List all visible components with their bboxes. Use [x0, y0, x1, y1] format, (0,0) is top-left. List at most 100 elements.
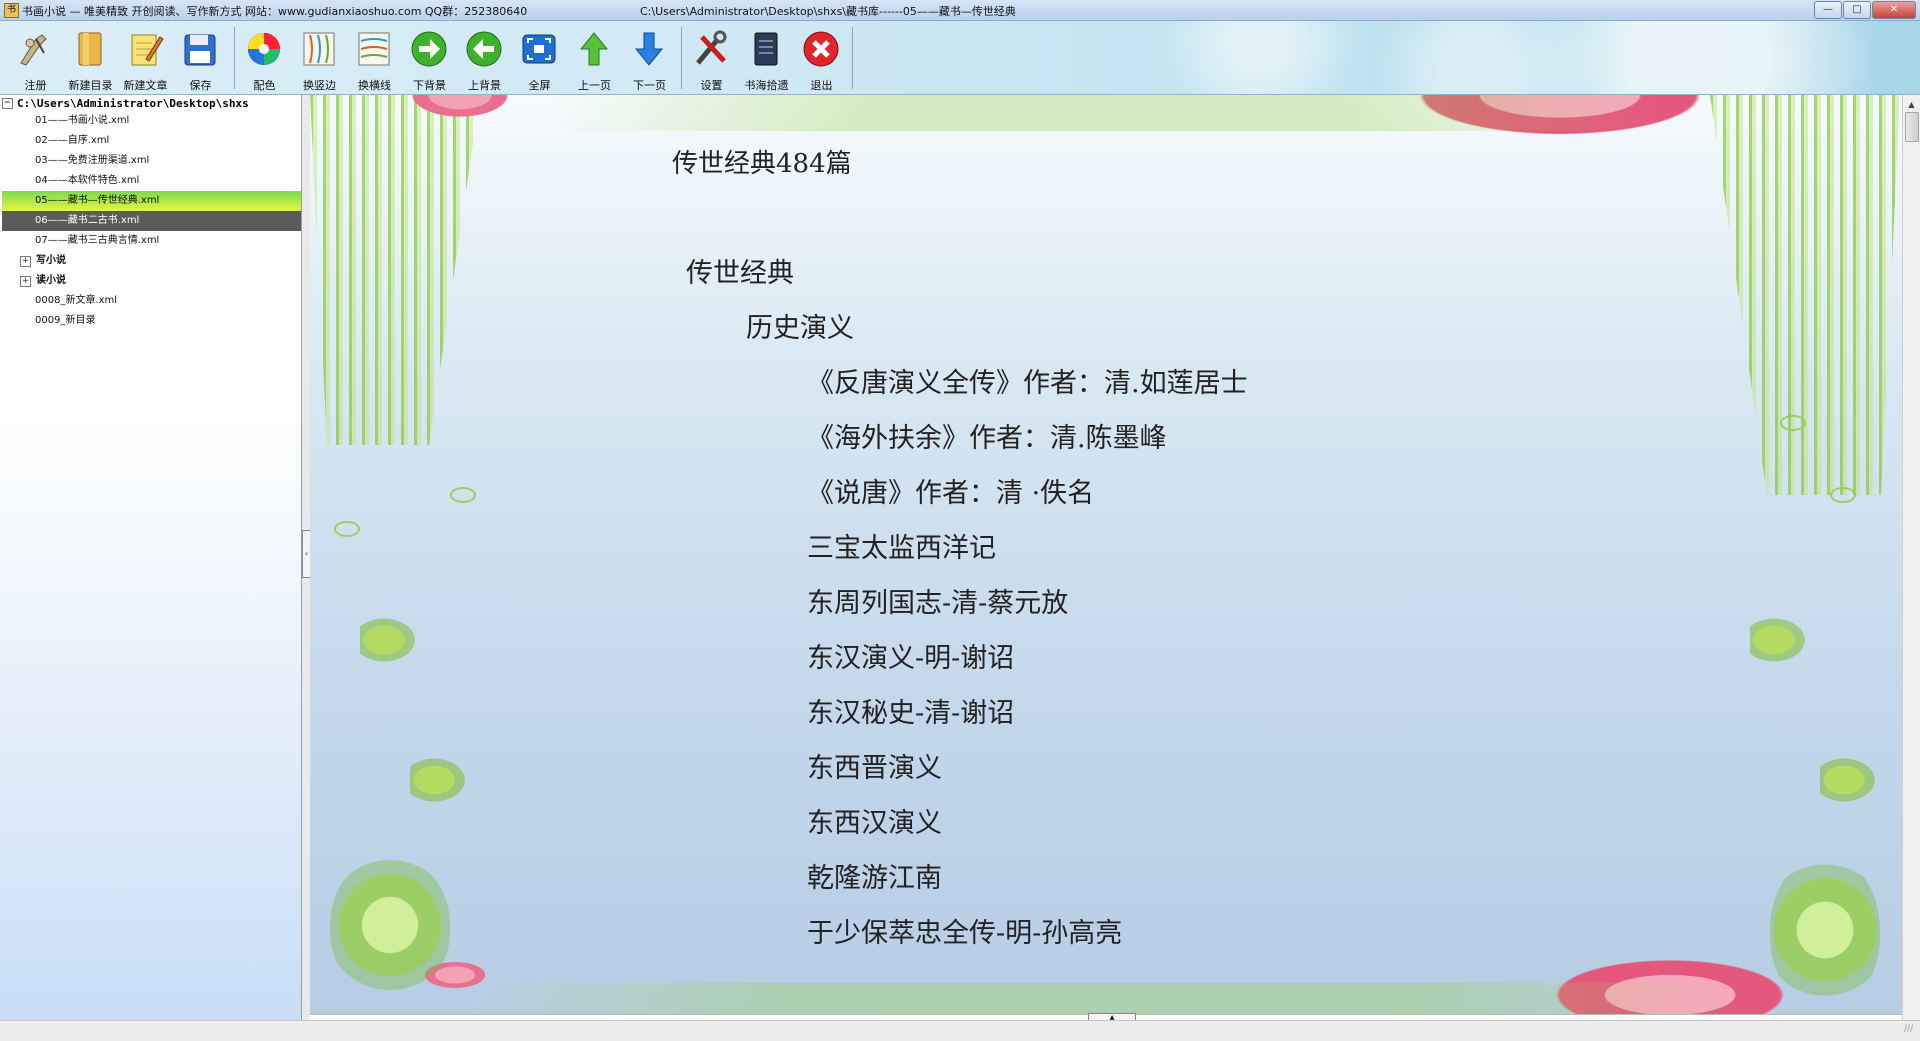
book-entry: 《反唐演义全传》作者：清.如莲居士 [807, 368, 1248, 399]
tree-item-label: 0009_新目录 [35, 315, 96, 326]
tree-item[interactable]: 07——藏书三古典言情.xml [2, 231, 301, 251]
collapse-icon[interactable]: − [2, 97, 13, 109]
heading-level-2: 历史演义 [746, 313, 854, 344]
fullscreen-label: 全屏 [528, 79, 551, 92]
fullscreen-button[interactable]: 全屏 [512, 25, 567, 93]
reading-pane[interactable]: 传世经典484篇 传世经典 历史演义 《反唐演义全传》作者：清.如莲居士 《海外… [310, 95, 1902, 1015]
next-background-label: 下背景 [413, 79, 446, 92]
color-label: 配色 [253, 79, 276, 92]
book-entry: 三宝太监西洋记 [807, 533, 996, 564]
fullscreen-icon [522, 34, 556, 64]
tree-item-label: 07——藏书三古典言情.xml [35, 235, 160, 246]
prev-page-button[interactable]: 上一页 [567, 25, 622, 93]
minimize-button[interactable]: — [1814, 1, 1842, 19]
tree-root[interactable]: − C:\Users\Administrator\Desktop\shxs [2, 95, 249, 111]
tree-item[interactable]: 03——免费注册渠道.xml [2, 151, 301, 171]
floppy-disk-icon [184, 34, 216, 66]
prev-background-button[interactable]: 上背景 [457, 25, 512, 93]
next-page-button[interactable]: 下一页 [622, 25, 677, 93]
tools-icon [696, 30, 727, 65]
down-arrow-icon [634, 32, 664, 66]
tree-root-label: C:\Users\Administrator\Desktop\shxs [17, 96, 249, 110]
red-x-icon [803, 31, 839, 67]
exit-label: 退出 [810, 79, 833, 92]
close-button[interactable]: ✕ [1872, 1, 1916, 19]
register-button[interactable]: 注册 [8, 25, 63, 93]
change-border-button[interactable]: 换竖边 [292, 25, 347, 93]
next-page-label: 下一页 [633, 79, 666, 92]
new-article-button[interactable]: 新建文章 [118, 25, 173, 93]
tree-folder-label: 写小说 [36, 255, 66, 266]
book-entry: 东汉演义-明-谢诏 [807, 643, 1015, 674]
pen-figure-icon [20, 34, 47, 66]
prev-page-label: 上一页 [578, 79, 611, 92]
document-path: C:\Users\Administrator\Desktop\shxs\藏书库-… [640, 5, 1016, 18]
tree-item[interactable]: 02——自序.xml [2, 131, 301, 151]
tree-item[interactable]: 04——本软件特色.xml [2, 171, 301, 191]
tree-folder-read-novel[interactable]: + 读小说 [2, 271, 301, 291]
scroll-thumb[interactable] [1905, 112, 1919, 142]
document-body: 传世经典484篇 传世经典 历史演义 《反唐演义全传》作者：清.如莲居士 《海外… [310, 95, 1902, 1015]
change-line-button[interactable]: 换横线 [347, 25, 402, 93]
next-background-button[interactable]: 下背景 [402, 25, 457, 93]
tree-folder-label: 读小说 [36, 275, 66, 286]
book-icon [754, 32, 778, 66]
horizontal-lines-icon [358, 32, 390, 66]
expand-icon[interactable]: + [20, 256, 31, 267]
vertical-border-icon [303, 32, 335, 66]
book-entry: 《海外扶余》作者：清.陈墨峰 [807, 423, 1167, 454]
toolbar-separator [234, 27, 235, 89]
color-button[interactable]: 配色 [237, 25, 292, 93]
new-article-label: 新建文章 [123, 79, 168, 92]
toolbar-background-decoration [820, 21, 1920, 94]
bookmark-label: 书海拾遗 [744, 79, 789, 92]
prev-background-label: 上背景 [468, 79, 501, 92]
window-title: 书画小说 — 唯美精致 开创阅读、写作新方式 网站：www.gudianxiao… [22, 5, 528, 18]
toolbar-separator [681, 27, 682, 89]
bookmark-button[interactable]: 书海拾遗 [739, 25, 794, 93]
app-icon: 书 [4, 3, 19, 18]
toolbar-separator [852, 27, 853, 89]
tree-item-label: 06——藏书二古书.xml [35, 215, 140, 226]
file-tree-panel: − C:\Users\Administrator\Desktop\shxs 01… [0, 95, 302, 1020]
tree-item[interactable]: 0008_新文章.xml [2, 291, 301, 311]
save-button[interactable]: 保存 [173, 25, 228, 93]
green-right-arrow-icon [411, 31, 447, 67]
book-entry: 东西汉演义 [807, 808, 942, 839]
settings-button[interactable]: 设置 [684, 25, 739, 93]
book-entry: 东汉秘史-清-谢诏 [807, 698, 1015, 729]
heading-level-1: 传世经典 [686, 258, 794, 289]
exit-button[interactable]: 退出 [794, 25, 849, 93]
title-bar: 书 书画小说 — 唯美精致 开创阅读、写作新方式 网站：www.gudianxi… [0, 0, 1920, 21]
new-folder-label: 新建目录 [68, 79, 113, 92]
expand-icon[interactable]: + [20, 276, 31, 287]
resize-grip-icon[interactable]: /// [1904, 1024, 1918, 1038]
maximize-button[interactable]: □ [1843, 1, 1871, 19]
book-entry: 《说唐》作者：清 ·佚名 [807, 478, 1095, 509]
register-label: 注册 [24, 79, 47, 92]
toolbar: 注册 新建目录 新建文章 保存 配色 换竖边 换横线 下背景 上背景 全屏 上一… [0, 21, 1920, 95]
tree-item[interactable]: 01——书画小说.xml [2, 111, 301, 131]
folder-icon [78, 32, 102, 66]
up-arrow-icon [579, 32, 609, 66]
vertical-scrollbar[interactable]: ▲ [1902, 95, 1920, 1020]
color-wheel-icon [248, 33, 280, 65]
scroll-up-icon[interactable]: ▲ [1905, 97, 1918, 112]
tree-folder-write-novel[interactable]: + 写小说 [2, 251, 301, 271]
book-entry: 乾隆游江南 [807, 863, 942, 894]
green-left-arrow-icon [466, 31, 502, 67]
tree-item-label: 02——自序.xml [35, 135, 110, 146]
change-line-label: 换横线 [358, 79, 391, 92]
tree-item-hovered[interactable]: 06——藏书二古书.xml [2, 211, 301, 231]
save-label: 保存 [189, 79, 212, 92]
tree-item-label: 03——免费注册渠道.xml [35, 155, 150, 166]
tree-item-label: 04——本软件特色.xml [35, 175, 140, 186]
tree-item-selected[interactable]: 05——藏书—传世经典.xml [2, 191, 301, 211]
tree-item-label: 01——书画小说.xml [35, 115, 130, 126]
panel-splitter[interactable]: ‹ [302, 95, 311, 1020]
status-bar: /// [0, 1020, 1920, 1041]
tree-item-label: 05——藏书—传世经典.xml [35, 195, 160, 206]
new-folder-button[interactable]: 新建目录 [63, 25, 118, 93]
book-entry: 于少保萃忠全传-明-孙高亮 [807, 918, 1123, 949]
tree-item[interactable]: 0009_新目录 [2, 311, 301, 331]
